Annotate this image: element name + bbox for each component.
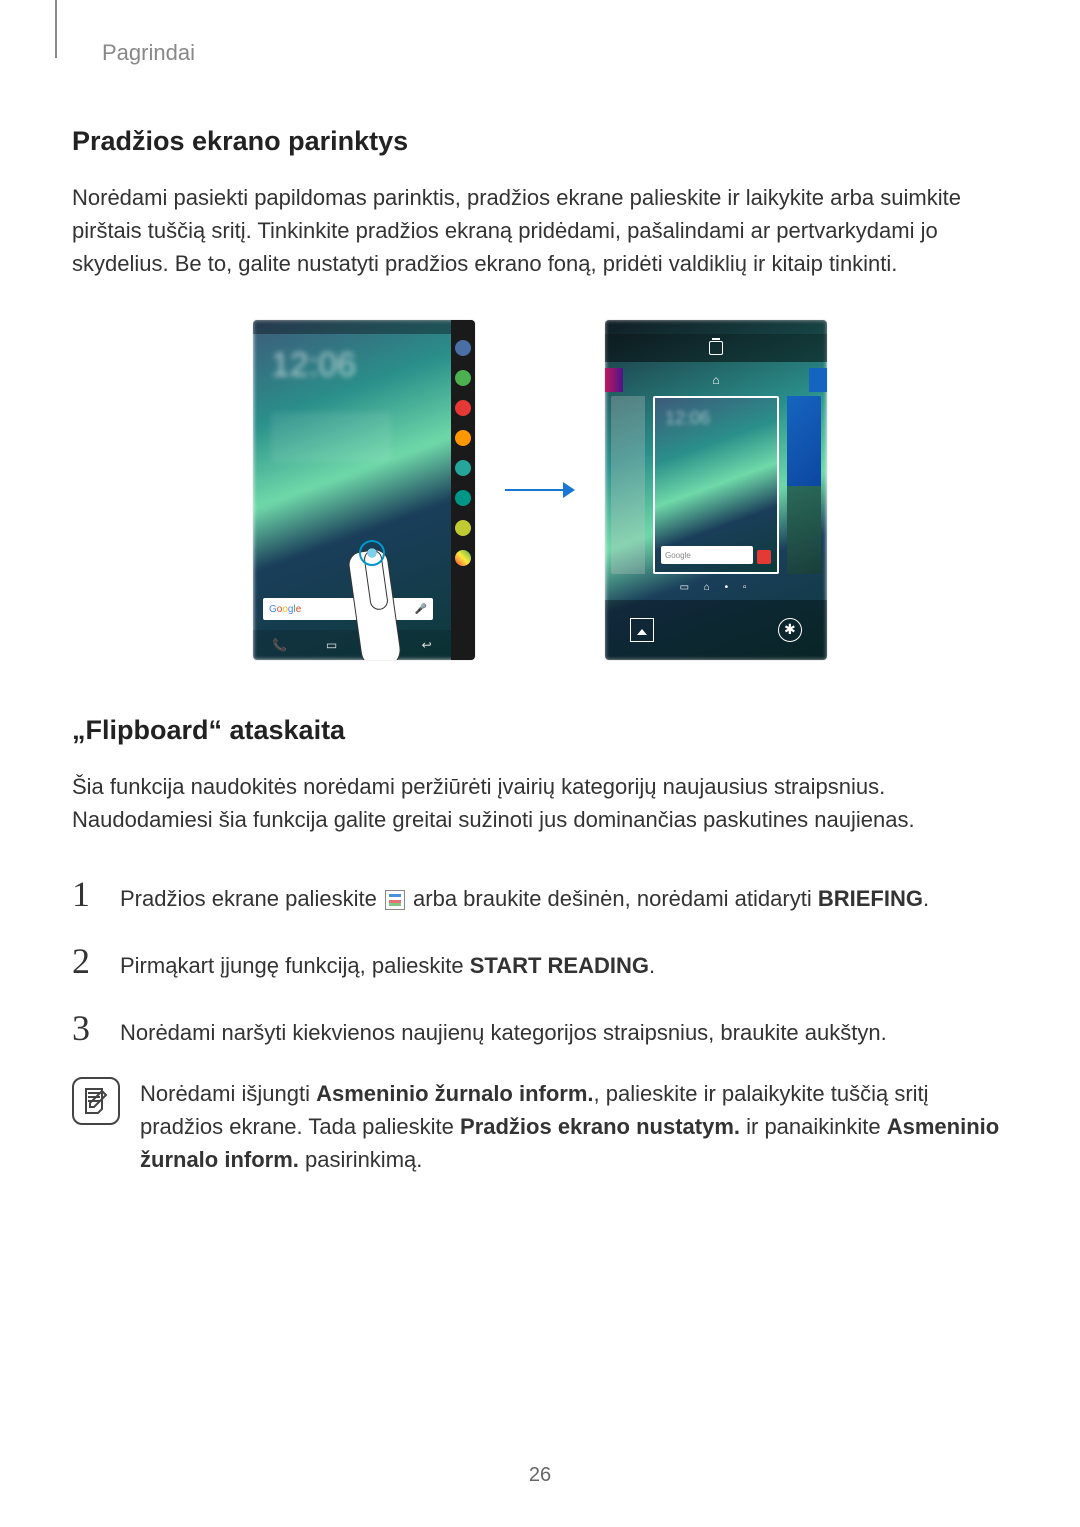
arrow-icon bbox=[505, 480, 575, 500]
step-2: 2 Pirmąkart įjungę funkciją, palieskite … bbox=[72, 943, 1008, 982]
figure-row: 12:06 Google 🎤 📞 ▭ ⌂ ↩ bbox=[72, 320, 1008, 660]
briefing-icon bbox=[385, 890, 405, 910]
remove-bar bbox=[605, 334, 827, 362]
note-icon bbox=[72, 1077, 120, 1125]
step-1: 1 Pradžios ekrane palieskite arba brauki… bbox=[72, 876, 1008, 915]
section-body-home-options: Norėdami pasiekti papildomas parinktis, … bbox=[72, 181, 1008, 280]
step-text: Pirmąkart įjungę funkciją, palieskite ST… bbox=[120, 943, 1008, 982]
edge-icon bbox=[455, 520, 471, 536]
search-bar: Google bbox=[661, 546, 753, 564]
step-number: 2 bbox=[72, 943, 100, 979]
page-dots: ▭ ⌂ • ▫ bbox=[605, 582, 827, 593]
nav-bar: 📞 ▭ ⌂ ↩ bbox=[253, 630, 451, 660]
section-heading-flipboard: „Flipboard“ ataskaita bbox=[72, 715, 1008, 746]
page-number: 26 bbox=[529, 1464, 551, 1487]
figure-phone-right: ⌂ 12:06 Google ▭ ⌂ • ▫ bbox=[605, 320, 827, 660]
home-icon: ⌂ bbox=[712, 373, 719, 387]
back-icon: ↩ bbox=[422, 638, 432, 652]
trash-icon bbox=[709, 341, 723, 355]
panel-indicator-bar: ⌂ bbox=[605, 368, 827, 392]
margin-rule bbox=[55, 0, 57, 58]
clock-widget: 12:06 bbox=[271, 346, 371, 396]
wallpapers-icon bbox=[630, 618, 654, 642]
page-content: Pagrindai Pradžios ekrano parinktys Norė… bbox=[0, 0, 1080, 1176]
step-text: Pradžios ekrane palieskite arba braukite… bbox=[120, 876, 1008, 915]
step-text: Norėdami naršyti kiekvienos naujienų kat… bbox=[120, 1010, 1008, 1049]
edge-panel bbox=[451, 320, 475, 660]
section-body-flipboard: Šia funkcija naudokitės norėdami peržiūr… bbox=[72, 770, 1008, 836]
panel-preview-right bbox=[787, 396, 821, 574]
recent-icon: ▭ bbox=[326, 638, 337, 652]
edge-icon bbox=[455, 370, 471, 386]
panel-preview-left bbox=[611, 396, 645, 574]
widgets-icon bbox=[704, 618, 728, 642]
figure-phone-left: 12:06 Google 🎤 📞 ▭ ⌂ ↩ bbox=[253, 320, 475, 660]
edge-icon bbox=[455, 550, 471, 566]
panel-preview-main: 12:06 Google bbox=[653, 396, 779, 574]
step-number: 3 bbox=[72, 1010, 100, 1046]
status-bar bbox=[605, 320, 827, 334]
step-list: 1 Pradžios ekrane palieskite arba brauki… bbox=[72, 876, 1008, 1049]
weather-widget bbox=[271, 412, 391, 462]
mic-icon: 🎤 bbox=[415, 604, 427, 615]
home-icon: ⌂ bbox=[376, 638, 383, 652]
edge-badge bbox=[757, 550, 771, 564]
note-text: Norėdami išjungti Asmeninio žurnalo info… bbox=[140, 1077, 1008, 1176]
note-row: Norėdami išjungti Asmeninio žurnalo info… bbox=[72, 1077, 1008, 1176]
edge-icon bbox=[455, 460, 471, 476]
section-heading-home-options: Pradžios ekrano parinktys bbox=[72, 126, 1008, 157]
step-number: 1 bbox=[72, 876, 100, 912]
status-bar bbox=[253, 320, 475, 334]
breadcrumb: Pagrindai bbox=[102, 40, 1008, 66]
edge-icon bbox=[455, 490, 471, 506]
bottom-options bbox=[605, 600, 827, 660]
step-3: 3 Norėdami naršyti kiekvienos naujienų k… bbox=[72, 1010, 1008, 1049]
clock-widget: 12:06 bbox=[665, 408, 710, 429]
edge-icon bbox=[455, 340, 471, 356]
edge-icon bbox=[455, 400, 471, 416]
settings-icon bbox=[778, 618, 802, 642]
search-bar: Google 🎤 bbox=[263, 598, 433, 620]
edge-icon bbox=[455, 430, 471, 446]
phone-icon: 📞 bbox=[272, 638, 287, 652]
